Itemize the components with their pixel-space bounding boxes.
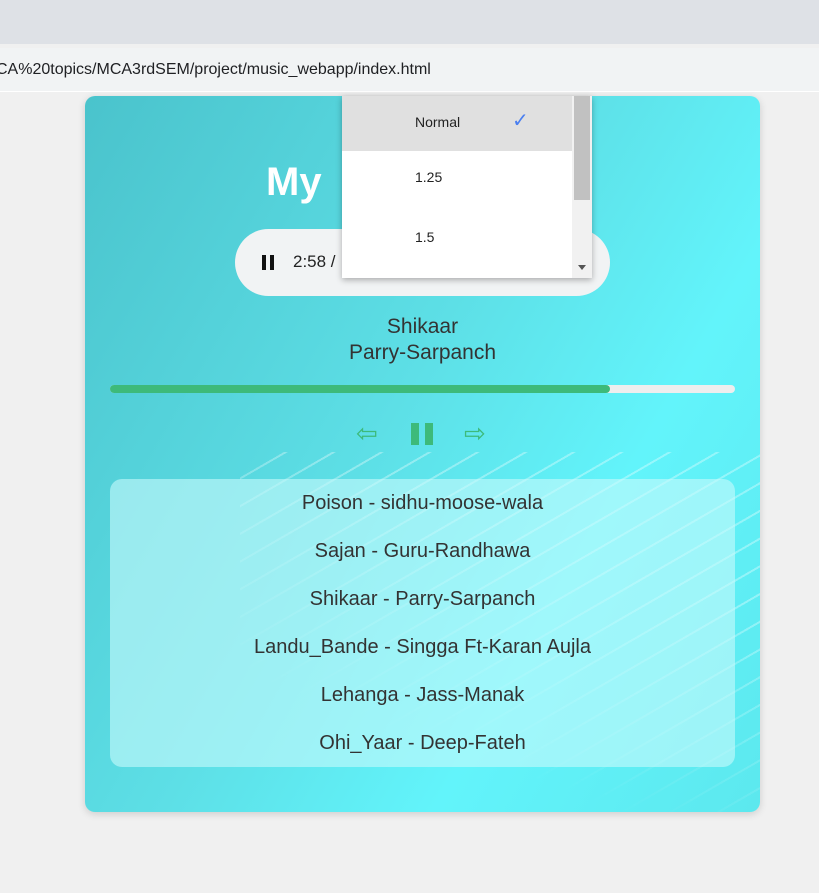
scroll-down-icon[interactable] (578, 265, 586, 270)
menu-scrollbar[interactable] (572, 96, 592, 278)
artist-name: Parry-Sarpanch (348, 341, 497, 364)
pause-icon[interactable] (262, 255, 274, 270)
address-bar[interactable]: CA%20topics/MCA3rdSEM/project/music_weba… (0, 48, 819, 92)
progress-fill (110, 385, 610, 393)
playlist-item[interactable]: Lehanga - Jass-Manak (110, 671, 735, 719)
previous-arrow-icon[interactable]: ⇦ (356, 418, 378, 449)
check-icon: ✓ (512, 110, 529, 132)
playlist-item[interactable]: Landu_Bande - Singga Ft-Karan Aujla (110, 623, 735, 671)
scrollbar-thumb[interactable] (574, 96, 590, 200)
page-title: My (266, 160, 322, 204)
progress-bar[interactable] (110, 385, 735, 393)
playlist-item[interactable]: Poison - sidhu-moose-wala (110, 479, 735, 527)
song-title: Shikaar (386, 315, 459, 338)
playlist-item[interactable]: Ohi_Yaar - Deep-Fateh (110, 719, 735, 767)
next-arrow-icon[interactable]: ⇨ (464, 418, 486, 449)
pause-button-icon[interactable] (411, 423, 433, 445)
time-display: 2:58 / (293, 252, 336, 271)
speed-option-normal[interactable]: Normal ✓ (342, 96, 592, 151)
playlist-item[interactable]: Sajan - Guru-Randhawa (110, 527, 735, 575)
speed-option-1-5[interactable]: 1.5 (342, 211, 592, 271)
browser-tab-bar (0, 0, 819, 44)
playlist-item[interactable]: Shikaar - Parry-Sarpanch (110, 575, 735, 623)
speed-option-1-25[interactable]: 1.25 (342, 151, 592, 211)
playlist: Poison - sidhu-moose-wala Sajan - Guru-R… (110, 479, 735, 767)
playback-speed-menu: Normal ✓ 1.25 1.5 (342, 96, 592, 278)
url-text[interactable]: CA%20topics/MCA3rdSEM/project/music_weba… (0, 61, 431, 79)
